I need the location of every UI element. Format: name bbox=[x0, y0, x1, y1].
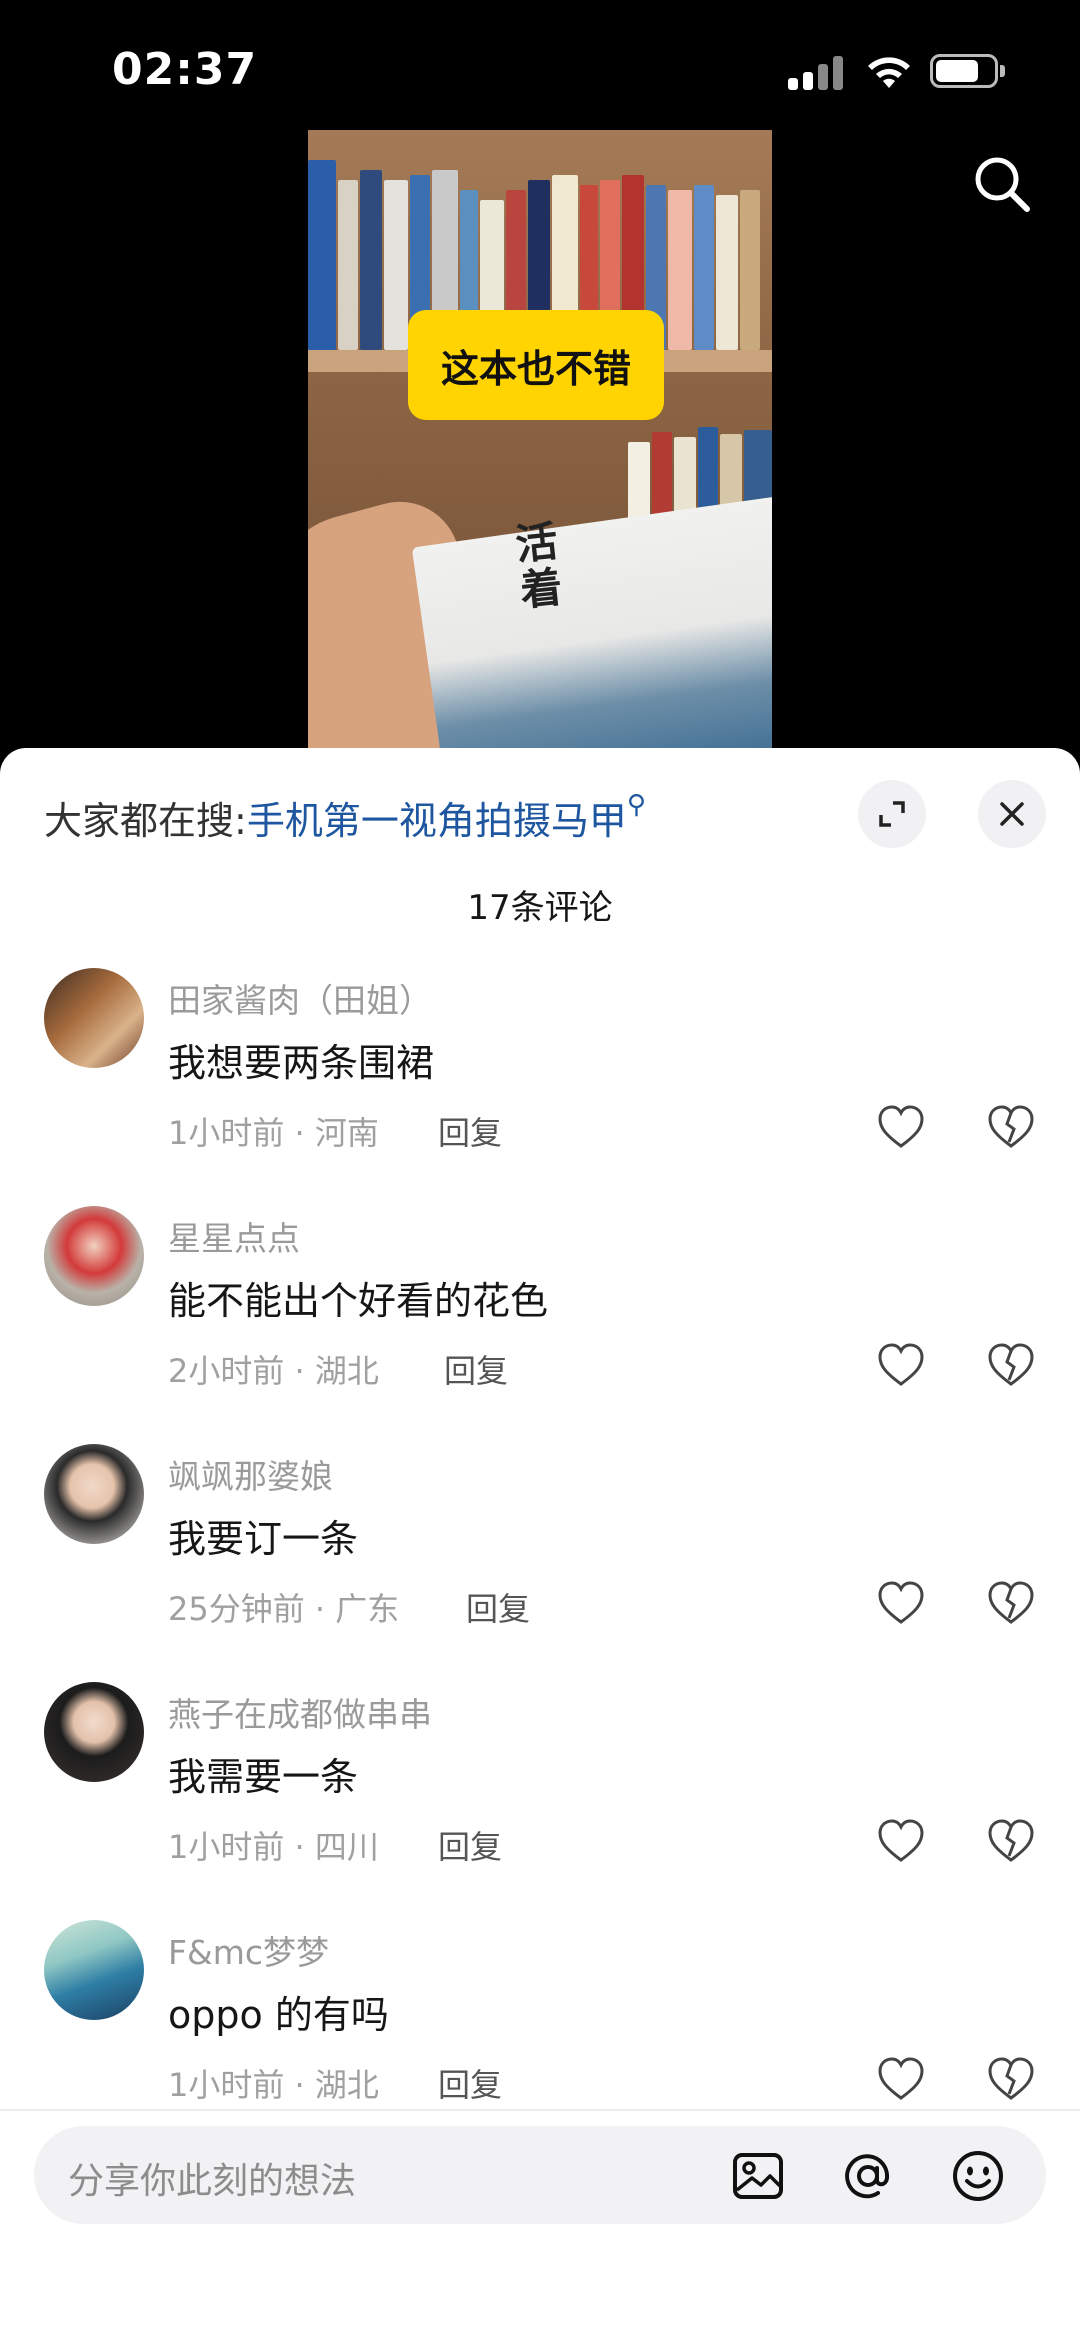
search-icon[interactable] bbox=[970, 152, 1034, 216]
broken-heart-icon[interactable] bbox=[986, 1102, 1036, 1152]
avatar[interactable] bbox=[44, 968, 144, 1068]
comment-text: 我要订一条 bbox=[168, 1517, 359, 1561]
broken-heart-icon[interactable] bbox=[986, 2054, 1036, 2104]
comment-item: 星星点点 能不能出个好看的花色 2小时前 · 湖北 回复 bbox=[0, 1206, 1080, 1444]
comment-username[interactable]: F&mc梦梦 bbox=[168, 1926, 329, 1974]
book-title: 活着 bbox=[513, 516, 565, 616]
comment-item: 田家酱肉（田姐） 我想要两条围裙 1小时前 · 河南 回复 bbox=[0, 968, 1080, 1206]
heart-icon[interactable] bbox=[876, 1578, 926, 1628]
avatar[interactable] bbox=[44, 1206, 144, 1306]
avatar[interactable] bbox=[44, 1444, 144, 1544]
broken-heart-icon[interactable] bbox=[986, 1578, 1036, 1628]
close-button[interactable] bbox=[978, 780, 1046, 848]
emoji-icon[interactable] bbox=[950, 2148, 1006, 2204]
comment-input[interactable]: 分享你此刻的想法 bbox=[34, 2126, 1046, 2224]
reply-button[interactable]: 回复 bbox=[438, 1108, 502, 1154]
reply-button[interactable]: 回复 bbox=[438, 1822, 502, 1868]
hot-search-query[interactable]: 手机第一视角拍摄马甲 bbox=[247, 799, 627, 843]
comment-username[interactable]: 星星点点 bbox=[168, 1212, 300, 1260]
video-caption: 这本也不错 bbox=[408, 310, 664, 420]
divider bbox=[0, 2109, 1080, 2111]
comment-text: oppo 的有吗 bbox=[168, 1993, 389, 2037]
comment-username[interactable]: 飒飒那婆娘 bbox=[168, 1450, 333, 1498]
comment-meta: 1小时前 · 四川 bbox=[168, 1828, 379, 1866]
comment-meta: 1小时前 · 河南 bbox=[168, 1114, 379, 1152]
hot-search[interactable]: 大家都在搜:手机第一视角拍摄马甲⚲ bbox=[44, 790, 646, 845]
comment-text: 能不能出个好看的花色 bbox=[168, 1279, 549, 1323]
search-small-icon: ⚲ bbox=[626, 790, 646, 820]
hot-search-prefix: 大家都在搜: bbox=[44, 799, 247, 843]
avatar[interactable] bbox=[44, 1920, 144, 2020]
heart-icon[interactable] bbox=[876, 2054, 926, 2104]
battery-icon bbox=[930, 54, 1005, 88]
comment-username[interactable]: 燕子在成都做串串 bbox=[168, 1688, 432, 1736]
image-icon[interactable] bbox=[730, 2148, 786, 2204]
status-bar: 02:37 bbox=[0, 0, 1080, 130]
comments-sheet: 大家都在搜:手机第一视角拍摄马甲⚲ 17条评论 田家酱肉（田姐） 我想要两条围裙… bbox=[0, 748, 1080, 2337]
comment-item: F&mc梦梦 oppo 的有吗 1小时前 · 湖北 回复 bbox=[0, 1920, 1080, 2158]
comment-count: 17条评论 bbox=[467, 888, 613, 928]
heart-icon[interactable] bbox=[876, 1816, 926, 1866]
comment-item: 飒飒那婆娘 我要订一条 25分钟前 · 广东 回复 bbox=[0, 1444, 1080, 1682]
comment-meta: 25分钟前 · 广东 bbox=[168, 1590, 400, 1628]
expand-icon bbox=[879, 801, 905, 827]
at-icon[interactable] bbox=[840, 2148, 896, 2204]
comment-text: 我需要一条 bbox=[168, 1755, 359, 1799]
reply-button[interactable]: 回复 bbox=[444, 1346, 508, 1392]
video-player[interactable]: 这本也不错 活着 bbox=[308, 130, 772, 750]
reply-button[interactable]: 回复 bbox=[466, 1584, 530, 1630]
wifi-icon bbox=[868, 57, 910, 88]
heart-icon[interactable] bbox=[876, 1340, 926, 1390]
comment-input-placeholder: 分享你此刻的想法 bbox=[68, 2161, 357, 2202]
status-time: 02:37 bbox=[112, 44, 258, 95]
comment-text: 我想要两条围裙 bbox=[168, 1041, 435, 1085]
heart-icon[interactable] bbox=[876, 1102, 926, 1152]
comment-meta: 2小时前 · 湖北 bbox=[168, 1352, 379, 1390]
expand-button[interactable] bbox=[858, 780, 926, 848]
broken-heart-icon[interactable] bbox=[986, 1816, 1036, 1866]
comment-item: 燕子在成都做串串 我需要一条 1小时前 · 四川 回复 bbox=[0, 1682, 1080, 1920]
avatar[interactable] bbox=[44, 1682, 144, 1782]
broken-heart-icon[interactable] bbox=[986, 1340, 1036, 1390]
comment-meta: 1小时前 · 湖北 bbox=[168, 2066, 379, 2104]
signal-icon bbox=[788, 56, 846, 90]
comment-username[interactable]: 田家酱肉（田姐） bbox=[168, 974, 432, 1022]
close-icon bbox=[1000, 802, 1024, 826]
reply-button[interactable]: 回复 bbox=[438, 2060, 502, 2106]
